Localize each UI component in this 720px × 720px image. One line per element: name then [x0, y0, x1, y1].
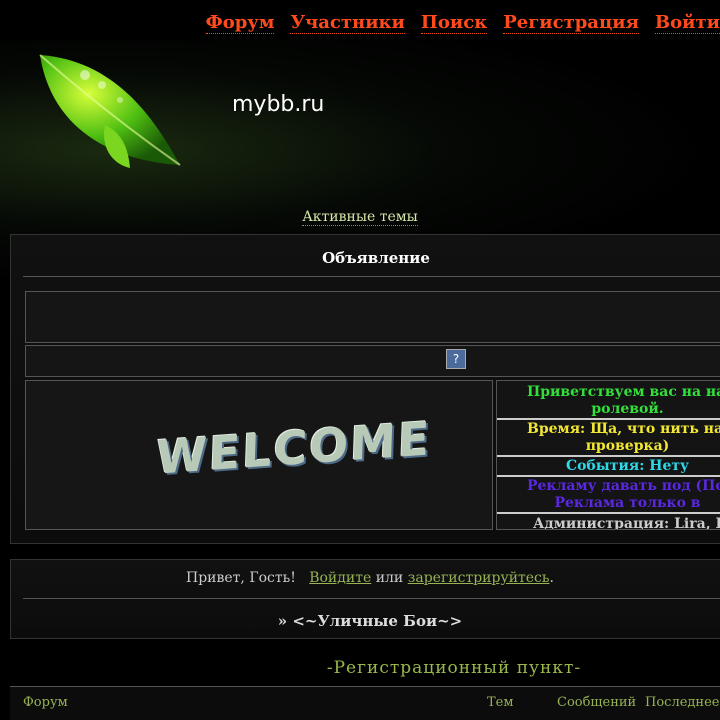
info-time-line-1: Время: Ща, что нить напишу [527, 421, 720, 437]
greeting-prefix: Привет, Гость! [186, 570, 296, 586]
announcement-help-row: ? [25, 345, 720, 377]
info-greeting-line-1: Приветствуем вас на нап [527, 384, 720, 400]
greeting-or: или [375, 570, 404, 586]
announcement-empty-row [25, 291, 720, 343]
welcome-text: WELCOME [155, 411, 433, 485]
info-admins-line: Администрация: Lira, I [533, 516, 720, 530]
info-greeting-line-2: ролевой. [591, 401, 664, 417]
col-topics-header: Тем [487, 695, 514, 710]
col-last-header: Последнее [645, 695, 720, 710]
nav-register-link[interactable]: Регистрация [503, 12, 639, 34]
top-navigation: Форум Участники Поиск Регистрация Войти [200, 12, 720, 34]
nav-members-link[interactable]: Участники [290, 12, 405, 34]
leaf-logo-icon [39, 54, 181, 168]
info-admins: Администрация: Lira, I [497, 514, 720, 530]
greeting-divider [23, 598, 720, 599]
category-title[interactable]: -Регистрационный пункт- [0, 658, 720, 678]
nav-forum-link[interactable]: Форум [205, 12, 275, 34]
info-greeting: Приветствуем вас на нап ролевой. [497, 381, 720, 420]
info-time: Время: Ща, что нить напишу проверка) [497, 420, 720, 457]
forum-name: » <~Уличные Бои~> [277, 612, 463, 630]
help-icon[interactable]: ? [446, 349, 466, 369]
info-time-line-2: проверка) [585, 438, 670, 454]
info-events: События: Нету [497, 457, 720, 477]
greeting-suffix: . [549, 570, 554, 586]
register-link[interactable]: зарегистрируйтесь [408, 570, 550, 586]
info-ads-line-1: Рекламу давать под (Пока [527, 478, 720, 494]
info-ads-line-2: Реклама только в [554, 495, 701, 511]
site-logo-text[interactable]: mybb.ru [232, 92, 324, 117]
greeting-line: Привет, Гость! Войдите или зарегистрируй… [11, 570, 720, 586]
welcome-banner: WELCOME [25, 380, 493, 530]
greeting-panel: Привет, Гость! Войдите или зарегистрируй… [10, 559, 720, 639]
active-topics-link[interactable]: Активные темы [302, 209, 418, 226]
nav-login-link[interactable]: Войти [654, 12, 720, 34]
announcement-panel: Объявление ? WELCOME Приветствуем вас на… [10, 234, 720, 544]
login-link[interactable]: Войдите [309, 570, 371, 586]
announcement-info: Приветствуем вас на нап ролевой. Время: … [496, 380, 720, 530]
col-forum-header: Форум [23, 695, 68, 710]
active-topics-container: Активные темы [0, 206, 720, 226]
info-ads: Рекламу давать под (Пока Реклама только … [497, 477, 720, 514]
info-events-line: События: Нету [565, 458, 690, 474]
announcement-title: Объявление [23, 247, 720, 277]
nav-search-link[interactable]: Поиск [420, 12, 488, 34]
category-table-header: Форум Тем Сообщений Последнее [10, 686, 720, 720]
announcement-content-row: WELCOME Приветствуем вас на нап ролевой.… [25, 380, 720, 530]
col-posts-header: Сообщений [557, 695, 637, 710]
